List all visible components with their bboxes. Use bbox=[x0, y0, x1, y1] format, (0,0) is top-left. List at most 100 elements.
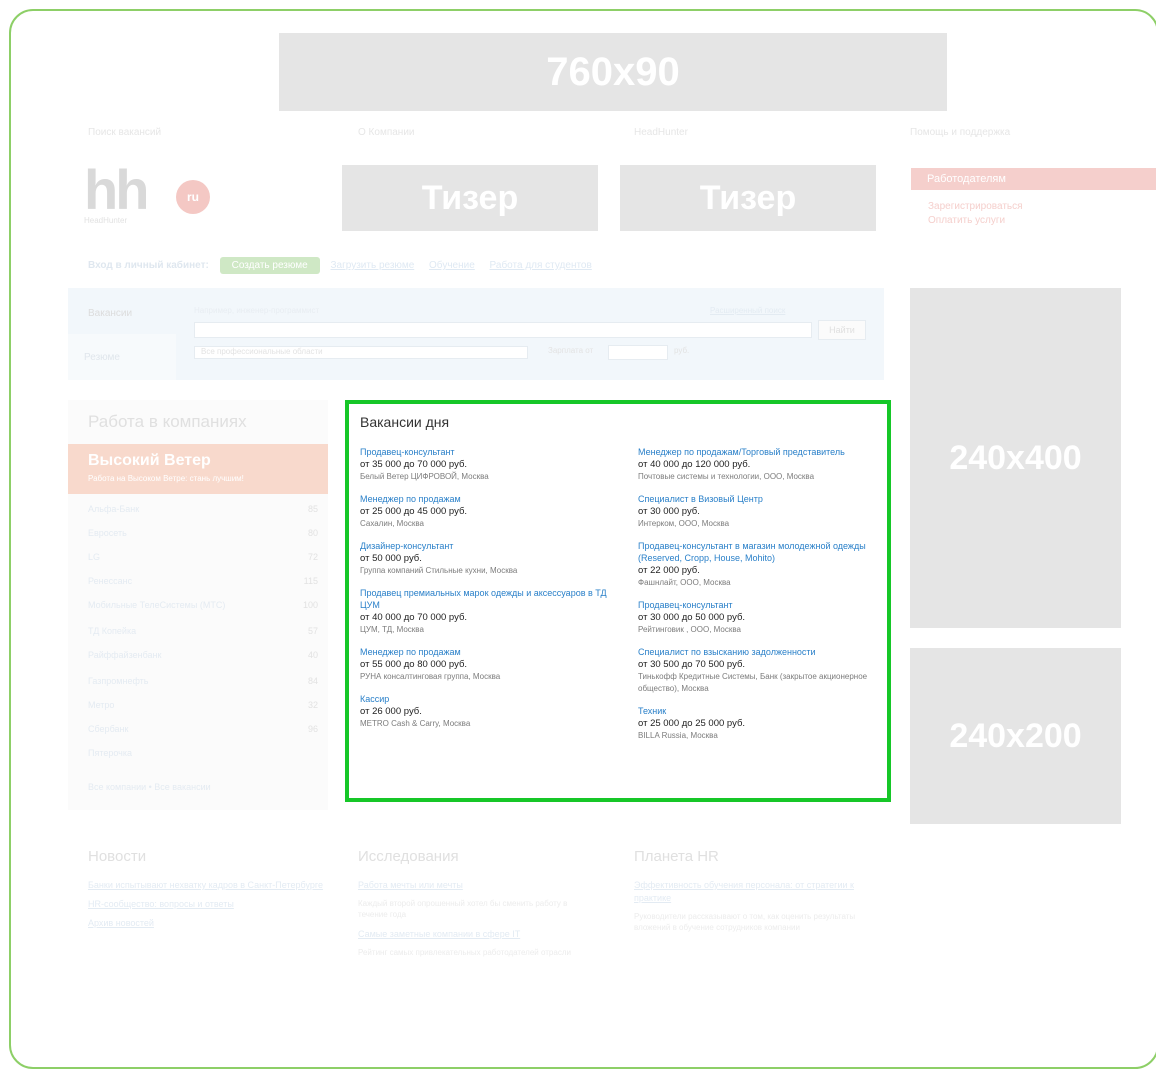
top-link-1[interactable]: Поиск вакансий bbox=[88, 127, 161, 138]
employer-register-link[interactable]: Зарегистрироваться bbox=[928, 200, 1023, 214]
upload-resume-link[interactable]: Загрузить резюме bbox=[331, 260, 415, 271]
vacancy-salary: от 55 000 до 80 000 руб. bbox=[360, 659, 468, 670]
vacancies-title: Вакансии дня bbox=[360, 414, 450, 430]
vacancy-item: Продавец-консультант в магазин молодежно… bbox=[638, 540, 900, 589]
companies-panel: Работа в компаниях Высокий Ветер Работа … bbox=[68, 400, 328, 810]
salary-input[interactable] bbox=[608, 345, 668, 360]
featured-company-name: Высокий Ветер bbox=[88, 452, 211, 469]
vacancy-company: Фашнлайт, ООО, Москва bbox=[638, 578, 731, 587]
vacancies-right-column: Менеджер по продажам/Торговый представит… bbox=[638, 446, 900, 752]
vacancy-salary: от 40 000 до 70 000 руб. bbox=[360, 612, 468, 623]
company-row[interactable]: Альфа-Банк 85 bbox=[88, 504, 318, 514]
vacancy-item: Техник от 25 000 до 25 000 руб. BILLA Ru… bbox=[638, 705, 900, 742]
advanced-search-link[interactable]: Расширенный поиск bbox=[710, 306, 785, 315]
news-link[interactable]: Банки испытывают нехватку кадров в Санкт… bbox=[88, 879, 328, 892]
employers-button[interactable]: Работодателям bbox=[911, 168, 1156, 190]
vacancy-title-link[interactable]: Специалист в Визовый Центр bbox=[638, 493, 900, 505]
research-title: Исследования bbox=[358, 848, 459, 865]
search-button[interactable]: Найти bbox=[818, 320, 866, 340]
planet-hr-desc: Руководители рассказывают о том, как оце… bbox=[634, 912, 856, 932]
top-link-3[interactable]: HeadHunter bbox=[634, 127, 688, 138]
region-select[interactable]: Все профессиональные области bbox=[194, 346, 528, 359]
company-row[interactable]: Ренессанс 115 bbox=[88, 576, 318, 586]
research-link[interactable]: Работа мечты или мечты bbox=[358, 879, 598, 892]
planet-hr-section: Планета HR Эффективность обучения персон… bbox=[634, 848, 874, 941]
vacancy-salary: от 22 000 руб. bbox=[638, 565, 700, 576]
vacancy-salary: от 40 000 до 120 000 руб. bbox=[638, 459, 751, 470]
vacancy-company: ЦУМ, ТД, Москва bbox=[360, 625, 424, 634]
vacancy-title-link[interactable]: Кассир bbox=[360, 693, 622, 705]
company-row[interactable]: Пятерочка bbox=[88, 748, 318, 758]
top-link-2[interactable]: О Компании bbox=[358, 127, 415, 138]
vacancy-company: METRO Cash & Carry, Москва bbox=[360, 719, 471, 728]
vacancy-item: Продавец-консультант от 30 000 до 50 000… bbox=[638, 599, 900, 636]
search-hint: Например, инженер-программист bbox=[194, 306, 320, 315]
research-section: Исследования Работа мечты или мечты Кажд… bbox=[358, 848, 598, 966]
vacancy-company: Сахалин, Москва bbox=[360, 519, 424, 528]
news-section: Новости Банки испытывают нехватку кадров… bbox=[88, 848, 328, 936]
company-row[interactable]: Евросеть 80 bbox=[88, 528, 318, 538]
vacancy-title-link[interactable]: Продавец-консультант bbox=[360, 446, 622, 458]
ad-banner-240x400[interactable]: 240x400 bbox=[910, 288, 1121, 628]
vacancy-salary: от 25 000 до 25 000 руб. bbox=[638, 718, 746, 729]
employer-pay-link[interactable]: Оплатить услуги bbox=[928, 214, 1023, 228]
tab-resumes[interactable]: Резюме bbox=[68, 334, 176, 380]
logo-text: hh bbox=[84, 158, 149, 221]
currency-label: руб. bbox=[674, 346, 690, 355]
ad-banner-760x90[interactable]: 760x90 bbox=[279, 33, 947, 111]
hh-logo[interactable]: hh ru HeadHunter bbox=[84, 158, 210, 225]
company-row[interactable]: Райффайзенбанк 40 bbox=[88, 650, 318, 660]
vacancy-company: Рейтинговик , ООО, Москва bbox=[638, 625, 741, 634]
planet-hr-title: Планета HR bbox=[634, 848, 719, 865]
company-row[interactable]: Сбербанк 96 bbox=[88, 724, 318, 734]
teaser-2[interactable]: Тизер bbox=[620, 165, 876, 231]
vacancy-item: Специалист по взысканию задолженности от… bbox=[638, 646, 900, 695]
vacancies-of-the-day: Вакансии дня Продавец-консультант от 35 … bbox=[345, 400, 891, 802]
vacancy-company: BILLA Russia, Москва bbox=[638, 731, 718, 740]
vacancy-title-link[interactable]: Продавец премиальных марок одежды и аксе… bbox=[360, 587, 622, 611]
tab-vacancies[interactable]: Вакансии bbox=[68, 288, 176, 334]
vacancy-title-link[interactable]: Специалист по взысканию задолженности bbox=[638, 646, 900, 658]
employer-links: Зарегистрироваться Оплатить услуги bbox=[928, 200, 1023, 228]
teaser-1[interactable]: Тизер bbox=[342, 165, 598, 231]
company-row[interactable]: LG 72 bbox=[88, 552, 318, 562]
ad-banner-240x200[interactable]: 240x200 bbox=[910, 648, 1121, 824]
students-link[interactable]: Работа для студентов bbox=[490, 260, 592, 271]
news-link[interactable]: HR-сообщество: вопросы и ответы bbox=[88, 898, 328, 911]
login-label: Вход в личный кабинет: bbox=[88, 260, 209, 271]
vacancy-item: Менеджер по продажам от 25 000 до 45 000… bbox=[360, 493, 622, 530]
vacancy-salary: от 25 000 до 45 000 руб. bbox=[360, 506, 468, 517]
vacancy-title-link[interactable]: Менеджер по продажам bbox=[360, 493, 622, 505]
planet-hr-link[interactable]: Эффективность обучения персонала: от стр… bbox=[634, 879, 874, 905]
research-link[interactable]: Самые заметные компании в сфере IT bbox=[358, 928, 598, 941]
company-row[interactable]: Мобильные ТелеСистемы (МТС) 100 bbox=[88, 600, 318, 610]
companies-title: Работа в компаниях bbox=[88, 412, 247, 431]
vacancy-title-link[interactable]: Продавец-консультант в магазин молодежно… bbox=[638, 540, 900, 564]
vacancy-title-link[interactable]: Техник bbox=[638, 705, 900, 717]
vacancy-title-link[interactable]: Дизайнер-консультант bbox=[360, 540, 622, 552]
login-bar: Вход в личный кабинет: Создать резюме За… bbox=[88, 257, 604, 274]
vacancy-salary: от 30 500 до 70 500 руб. bbox=[638, 659, 746, 670]
vacancy-item: Специалист в Визовый Центр от 30 000 руб… bbox=[638, 493, 900, 530]
featured-company[interactable]: Высокий Ветер Работа на Высоком Ветре: с… bbox=[68, 444, 328, 494]
create-resume-button[interactable]: Создать резюме bbox=[219, 257, 320, 274]
search-input[interactable] bbox=[194, 322, 812, 338]
news-archive-link[interactable]: Архив новостей bbox=[88, 917, 328, 930]
news-title: Новости bbox=[88, 848, 147, 865]
vacancy-item: Продавец премиальных марок одежды и аксе… bbox=[360, 587, 622, 636]
company-row[interactable]: Метро 32 bbox=[88, 700, 318, 710]
vacancy-title-link[interactable]: Менеджер по продажам bbox=[360, 646, 622, 658]
vacancy-title-link[interactable]: Продавец-консультант bbox=[638, 599, 900, 611]
companies-footer-links[interactable]: Все компании • Все вакансии bbox=[88, 782, 211, 792]
vacancy-company: Группа компаний Стильные кухни, Москва bbox=[360, 566, 518, 575]
education-link[interactable]: Обучение bbox=[429, 260, 475, 271]
search-panel: Вакансии Резюме Например, инженер-програ… bbox=[68, 288, 884, 380]
company-row[interactable]: Газпромнефть 84 bbox=[88, 676, 318, 686]
vacancy-salary: от 30 000 руб. bbox=[638, 506, 700, 517]
vacancy-title-link[interactable]: Менеджер по продажам/Торговый представит… bbox=[638, 446, 900, 458]
vacancy-company: РУНА консалтинговая группа, Москва bbox=[360, 672, 501, 681]
company-row[interactable]: ТД Копейка 57 bbox=[88, 626, 318, 636]
vacancy-salary: от 50 000 руб. bbox=[360, 553, 422, 564]
top-link-4[interactable]: Помощь и поддержка bbox=[910, 127, 1010, 138]
vacancy-salary: от 30 000 до 50 000 руб. bbox=[638, 612, 746, 623]
